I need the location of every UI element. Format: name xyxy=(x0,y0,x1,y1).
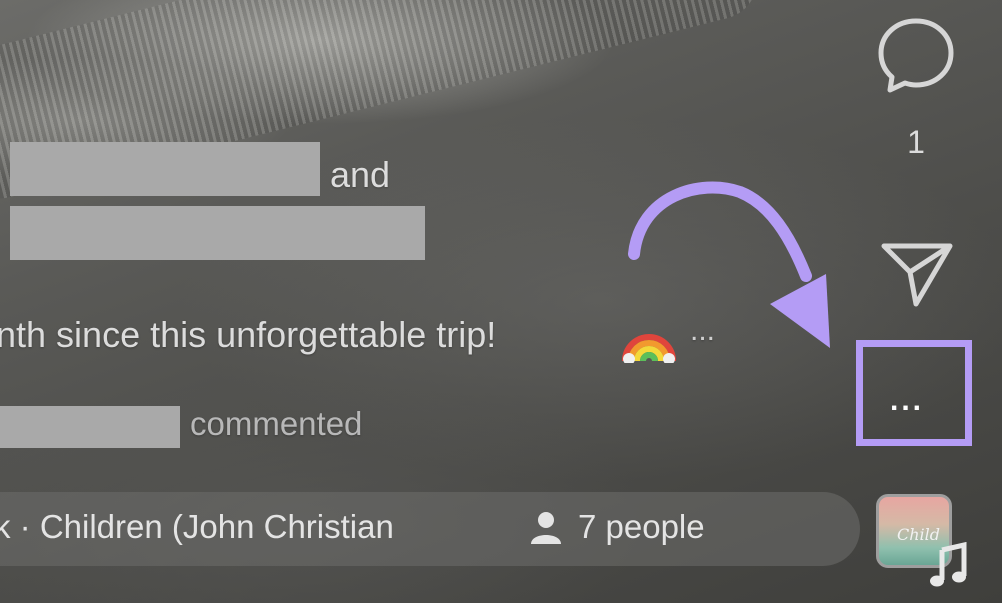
annotation-arrow xyxy=(628,181,830,348)
activity-action: commented xyxy=(190,405,363,442)
people-count[interactable]: 7 people xyxy=(578,508,705,546)
comment-count: 1 xyxy=(907,124,925,160)
redacted-commenter xyxy=(0,406,180,448)
caption-text[interactable]: nth since this unforgettable trip! xyxy=(0,314,496,356)
comment-icon[interactable] xyxy=(876,16,956,94)
music-note-icon xyxy=(930,542,967,587)
more-icon[interactable]: ... xyxy=(890,384,924,418)
send-icon[interactable] xyxy=(880,240,954,308)
caption-joiner: and xyxy=(330,154,391,195)
music-track[interactable]: k · Children (John Christian xyxy=(0,508,446,546)
person-icon xyxy=(531,512,561,544)
redacted-username-2 xyxy=(10,206,425,260)
redacted-username-1 xyxy=(10,142,320,196)
